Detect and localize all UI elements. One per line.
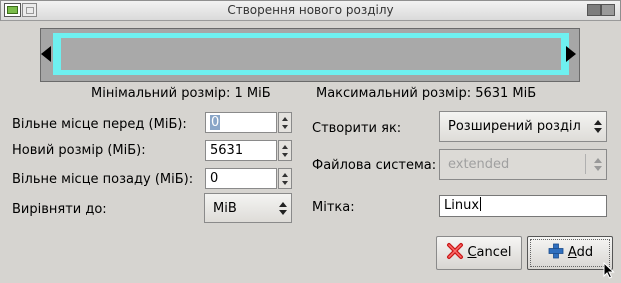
- combo-arrows-icon: [594, 120, 602, 134]
- partition-fill: [61, 38, 561, 70]
- free-after-stepper[interactable]: [278, 168, 292, 189]
- add-button[interactable]: Add: [527, 236, 613, 270]
- decrement-icon[interactable]: [282, 125, 288, 129]
- resize-left-handle[interactable]: [41, 46, 51, 62]
- increment-icon[interactable]: [282, 145, 288, 149]
- free-before-spin[interactable]: 0: [205, 112, 294, 133]
- filesystem-combo[interactable]: extended: [439, 149, 607, 180]
- create-as-label: Створити як:: [312, 121, 402, 136]
- maximize-button[interactable]: [601, 4, 615, 16]
- decrement-icon[interactable]: [282, 153, 288, 157]
- filesystem-label: Файлова система:: [312, 158, 437, 173]
- align-value: MiB: [213, 201, 237, 216]
- min-size-label: Мінімальний розмір: 1 МіБ: [91, 86, 271, 101]
- resize-right-handle[interactable]: [566, 46, 576, 62]
- free-after-spin[interactable]: 0: [205, 168, 294, 189]
- max-size-label: Максимальний розмір: 5631 МіБ: [316, 86, 537, 101]
- new-size-input[interactable]: 5631: [205, 140, 277, 161]
- free-before-stepper[interactable]: [278, 112, 292, 133]
- free-before-label: Вільне місце перед (МіБ):: [12, 117, 187, 132]
- increment-icon[interactable]: [282, 173, 288, 177]
- minimize-button[interactable]: [587, 4, 601, 16]
- decrement-icon[interactable]: [282, 181, 288, 185]
- create-as-value: Розширений розділ: [448, 119, 581, 134]
- new-size-stepper[interactable]: [278, 140, 292, 161]
- cancel-button[interactable]: Cancel: [436, 236, 522, 270]
- text-cursor: [480, 197, 482, 211]
- tag-input[interactable]: Linux: [439, 195, 607, 217]
- cancel-icon: [446, 241, 464, 273]
- align-combo[interactable]: MiB: [204, 193, 292, 223]
- free-after-input[interactable]: 0: [205, 168, 277, 189]
- combo-arrows-icon: [279, 202, 287, 216]
- tag-label: Мітка:: [312, 200, 355, 215]
- free-before-input[interactable]: 0: [205, 112, 277, 133]
- window-title: Створення нового розділу: [227, 3, 394, 17]
- new-size-spin[interactable]: 5631: [205, 140, 294, 161]
- align-label: Вирівняти до:: [12, 202, 107, 217]
- increment-icon[interactable]: [282, 117, 288, 121]
- create-as-combo[interactable]: Розширений розділ: [439, 111, 607, 142]
- combo-separator: [585, 154, 586, 174]
- free-after-label: Вільне місце позаду (МіБ):: [12, 172, 194, 187]
- combo-arrows-icon: [594, 158, 602, 172]
- new-size-label: Новий розмір (МіБ):: [12, 143, 146, 158]
- add-icon: [547, 241, 565, 273]
- filesystem-value: extended: [448, 157, 510, 172]
